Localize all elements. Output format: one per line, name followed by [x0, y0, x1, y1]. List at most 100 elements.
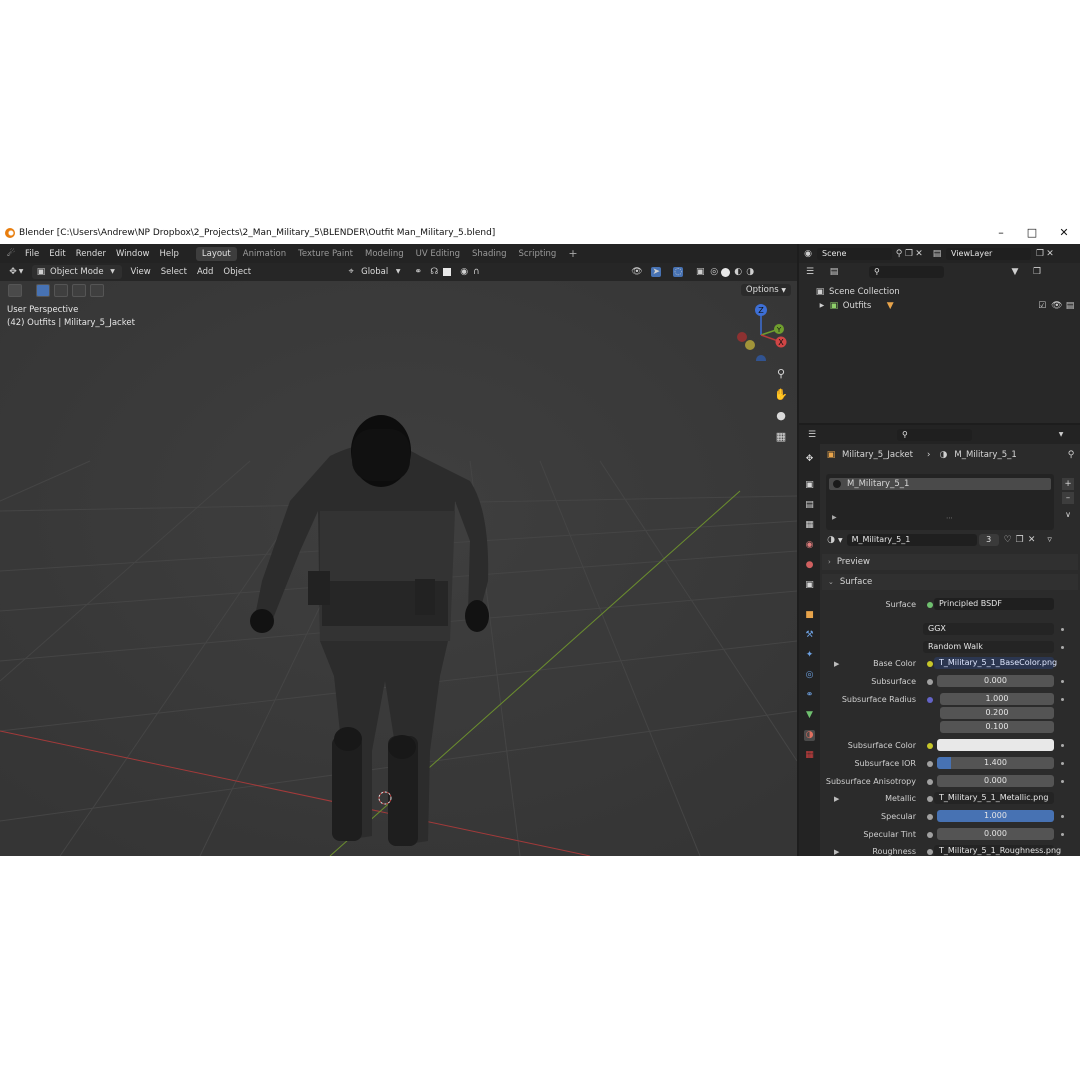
pan-hand-icon[interactable]: ✋ — [774, 388, 788, 402]
unlink-material-icon[interactable]: ✕ — [1027, 535, 1037, 545]
view-layer-selector[interactable]: ViewLayer — [946, 247, 1031, 260]
object-tab-icon[interactable]: ■ — [804, 610, 815, 621]
menu-object[interactable]: Object — [218, 267, 256, 277]
pin-icon[interactable]: ⚲ — [1066, 450, 1076, 460]
select-intersect-icon[interactable] — [90, 284, 104, 297]
material-tab-icon[interactable]: ◑ — [804, 730, 815, 741]
scene-tab-icon[interactable]: ◉ — [804, 540, 815, 551]
material-slot-list[interactable]: M_Military_5_1 ▶ ⋯ — [826, 474, 1054, 530]
chevron-down-icon[interactable]: ▼ — [1056, 430, 1066, 440]
blender-menu-icon[interactable]: ☄ — [6, 249, 16, 259]
add-workspace-button[interactable]: + — [562, 245, 583, 262]
grid-perspective-icon[interactable]: ▦ — [774, 430, 788, 444]
navigation-gizmo[interactable]: Z Y X — [733, 301, 793, 361]
physics-tab-icon[interactable]: ◎ — [804, 670, 815, 681]
tab-scripting[interactable]: Scripting — [513, 247, 563, 261]
falloff-icon[interactable]: ∩ — [471, 267, 481, 277]
remove-scene-icon[interactable]: ✕ — [914, 249, 924, 259]
fake-user-icon[interactable]: ♡ — [1003, 535, 1013, 545]
menu-file[interactable]: File — [20, 249, 44, 259]
tab-modeling[interactable]: Modeling — [359, 247, 410, 261]
tab-texture-paint[interactable]: Texture Paint — [292, 247, 359, 261]
select-new-icon[interactable] — [36, 284, 50, 297]
transform-orientation-dropdown[interactable]: ⌖ Global ▼ — [342, 265, 407, 279]
monitor-icon[interactable]: ▤ — [1065, 301, 1075, 311]
editor-type-icon[interactable]: ✥ — [8, 267, 18, 277]
expand-arrow-icon[interactable]: ▶ — [832, 514, 837, 521]
snap-icon[interactable]: ☊ — [429, 267, 439, 277]
browse-material-icon[interactable]: ◑ — [826, 535, 836, 545]
menu-select[interactable]: Select — [156, 267, 192, 277]
rendered-shading-icon[interactable]: ◑ — [745, 267, 755, 277]
add-slot-icon[interactable]: + — [1062, 478, 1074, 490]
material-shading-icon[interactable]: ◐ — [733, 267, 743, 277]
scene-collection-row[interactable]: ▣ Scene Collection — [815, 287, 900, 297]
duplicate-material-icon[interactable]: ❐ — [1015, 535, 1025, 545]
solid-shading-icon[interactable] — [721, 267, 731, 277]
eye-icon[interactable]: 👁 — [1051, 301, 1062, 311]
subsurface-color-swatch[interactable] — [937, 739, 1054, 751]
snap-target-icon[interactable] — [443, 268, 452, 276]
select-tool-icon[interactable] — [8, 284, 22, 297]
menu-help[interactable]: Help — [154, 249, 183, 259]
expand-arrow-icon[interactable]: ▶ — [817, 301, 827, 311]
slot-specials-icon[interactable]: ∨ — [1062, 510, 1074, 519]
metallic-texture-field[interactable]: T_Military_5_1_Metallic.png — [934, 792, 1054, 804]
tab-uv-editing[interactable]: UV Editing — [410, 247, 466, 261]
keyframe-dot-icon[interactable] — [1061, 698, 1064, 701]
properties-editor-icon[interactable]: ☰ — [807, 430, 817, 440]
material-name-field[interactable]: M_Military_5_1 — [846, 534, 977, 546]
base-color-texture-field[interactable]: T_Military_5_1_BaseColor.png — [934, 657, 1057, 669]
pin-icon[interactable]: ⚲ — [894, 249, 904, 259]
keyframe-dot-icon[interactable] — [1061, 762, 1064, 765]
data-tab-icon[interactable]: ▼ — [804, 710, 815, 721]
constraints-tab-icon[interactable]: ⚭ — [804, 690, 815, 701]
filter-icon[interactable]: ▼ — [1010, 267, 1020, 277]
tab-layout[interactable]: Layout — [195, 246, 237, 261]
texture-tab-icon[interactable]: ▦ — [804, 750, 815, 761]
render-tab-icon[interactable]: ▣ — [804, 480, 815, 491]
copy-scene-icon[interactable]: ❐ — [904, 249, 914, 259]
subsurface-field[interactable]: 0.000 — [937, 675, 1054, 687]
preview-panel-header[interactable]: › Preview — [822, 554, 1078, 570]
roughness-texture-field[interactable]: T_Military_5_1_Roughness.png — [934, 845, 1061, 856]
expand-arrow-icon[interactable]: ▶ — [834, 795, 839, 803]
remove-view-layer-icon[interactable]: ✕ — [1045, 249, 1055, 259]
specular-slider[interactable]: 1.000 — [937, 810, 1054, 822]
options-dropdown[interactable]: Options ▼ — [740, 284, 791, 296]
mode-dropdown[interactable]: ▣ Object Mode ▼ — [32, 265, 122, 279]
keyframe-dot-icon[interactable] — [1061, 628, 1064, 631]
checkbox-icon[interactable]: ☑ — [1037, 301, 1047, 311]
keyframe-dot-icon[interactable] — [1061, 833, 1064, 836]
visibility-icon[interactable]: 👁 — [631, 267, 642, 277]
outfits-collection-row[interactable]: ▶ ▣ Outfits ▼ ☑ 👁 ▤ — [817, 301, 1075, 311]
subsurface-anisotropy-field[interactable]: 0.000 — [937, 775, 1054, 787]
specular-tint-field[interactable]: 0.000 — [937, 828, 1054, 840]
menu-view[interactable]: View — [126, 267, 156, 277]
subsurface-radius-x-field[interactable]: 1.000 — [940, 693, 1054, 705]
overlay-toggle-icon[interactable]: ◌ — [673, 267, 684, 277]
xray-icon[interactable]: ▣ — [695, 267, 705, 277]
pivot-icon[interactable]: ⚭ — [413, 267, 423, 277]
surface-shader-field[interactable]: Principled BSDF — [934, 598, 1054, 610]
menu-edit[interactable]: Edit — [44, 249, 70, 259]
subsurface-radius-z-field[interactable]: 0.100 — [940, 721, 1054, 733]
display-mode-icon[interactable]: ▤ — [829, 267, 839, 277]
surface-panel-header[interactable]: ⌄ Surface — [822, 574, 1078, 590]
output-tab-icon[interactable]: ▤ — [804, 500, 815, 511]
distribution-dropdown[interactable]: GGX — [923, 623, 1054, 635]
menu-render[interactable]: Render — [71, 249, 111, 259]
tab-shading[interactable]: Shading — [466, 247, 513, 261]
menu-window[interactable]: Window — [111, 249, 155, 259]
menu-add[interactable]: Add — [192, 267, 218, 277]
3d-viewport[interactable]: User Perspective (42) Outfits | Military… — [0, 281, 797, 856]
subsurface-ior-slider[interactable]: 1.400 — [937, 757, 1054, 769]
outliner-editor-icon[interactable]: ☰ — [805, 267, 815, 277]
keyframe-dot-icon[interactable] — [1061, 815, 1064, 818]
material-slot-row[interactable]: M_Military_5_1 — [829, 478, 1051, 490]
select-extend-icon[interactable] — [54, 284, 68, 297]
maximize-icon[interactable]: □ — [1024, 225, 1040, 241]
properties-search-input[interactable]: ⚲ — [897, 428, 972, 441]
select-subtract-icon[interactable] — [72, 284, 86, 297]
proportional-edit-icon[interactable]: ◉ — [459, 267, 469, 277]
